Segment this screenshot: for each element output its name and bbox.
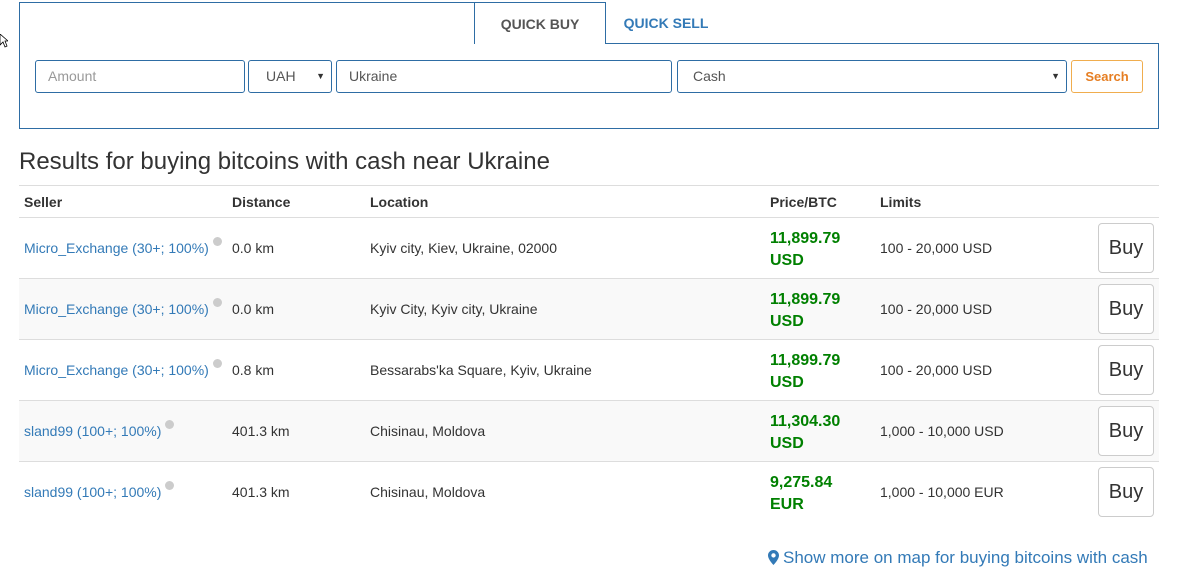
distance-cell: 0.8 km [232,362,275,378]
limits-cell: 100 - 20,000 USD [880,240,993,256]
price-cell: 11,899.79 USD [770,289,840,333]
header-seller: Seller [24,194,63,210]
distance-cell: 401.3 km [232,484,290,500]
show-on-map-label[interactable]: Show more on map for buying bitcoins wit… [783,548,1148,567]
search-button[interactable]: Search [1071,60,1143,93]
results-table: Seller Distance Location Price/BTC Limit… [19,185,1159,522]
location-cell: Bessarabs'ka Square, Kyiv, Ukraine [370,362,592,378]
distance-cell: 0.0 km [232,240,275,256]
distance-cell: 401.3 km [232,423,290,439]
chevron-down-icon: ▼ [316,71,325,81]
price-value: 11,899.79 [770,291,841,308]
price-value: 9,275.84 [770,474,833,491]
table-header: Seller Distance Location Price/BTC Limit… [19,185,1159,218]
limits-cell: 100 - 20,000 USD [880,362,993,378]
online-status-icon [212,359,222,368]
price-currency: USD [770,435,804,452]
tab-quick-sell[interactable]: QUICK SELL [606,2,726,44]
payment-method-select[interactable]: Cash ▼ [677,60,1067,93]
price-value: 11,899.79 [770,230,841,247]
table-row: Micro_Exchange (30+; 100%) 0.8 km Bessar… [19,340,1159,401]
price-cell: 9,275.84 EUR [770,472,832,516]
buy-button[interactable]: Buy [1098,406,1154,456]
location-cell: Kyiv City, Kyiv city, Ukraine [370,301,538,317]
price-currency: USD [770,313,804,330]
online-status-icon [212,237,222,246]
online-status-icon [165,481,175,490]
price-value: 11,304.30 [770,413,841,430]
seller-name[interactable]: Micro_Exchange (30+; 100%) [24,362,209,378]
table-row: sland99 (100+; 100%) 401.3 km Chisinau, … [19,401,1159,462]
limits-cell: 100 - 20,000 USD [880,301,993,317]
seller-name[interactable]: sland99 (100+; 100%) [24,423,161,439]
limits-cell: 1,000 - 10,000 USD [880,423,1004,439]
buy-button[interactable]: Buy [1098,284,1154,334]
seller-link[interactable]: sland99 (100+; 100%) [24,481,175,500]
map-marker-icon [768,550,779,565]
tab-quick-buy[interactable]: QUICK BUY [474,2,606,44]
table-row: Micro_Exchange (30+; 100%) 0.0 km Kyiv C… [19,279,1159,340]
seller-link[interactable]: sland99 (100+; 100%) [24,420,175,439]
currency-select-value: UAH [266,68,296,84]
location-cell: Chisinau, Moldova [370,423,486,439]
seller-name[interactable]: Micro_Exchange (30+; 100%) [24,240,209,256]
tab-bar: QUICK BUY QUICK SELL [19,2,1159,44]
location-cell: Kyiv city, Kiev, Ukraine, 02000 [370,240,558,256]
table-row: sland99 (100+; 100%) 401.3 km Chisinau, … [19,462,1159,522]
location-input[interactable]: Ukraine [336,60,672,93]
buy-button[interactable]: Buy [1098,223,1154,273]
distance-cell: 0.0 km [232,301,275,317]
mouse-cursor-icon [0,34,8,48]
location-cell: Chisinau, Moldova [370,484,486,500]
price-currency: EUR [770,496,804,513]
show-on-map-link[interactable]: Show more on map for buying bitcoins wit… [768,548,1148,568]
seller-link[interactable]: Micro_Exchange (30+; 100%) [24,237,222,256]
online-status-icon [212,298,222,307]
seller-name[interactable]: sland99 (100+; 100%) [24,484,161,500]
price-currency: USD [770,252,804,269]
header-limits: Limits [880,194,922,210]
price-cell: 11,899.79 USD [770,228,840,272]
buy-button[interactable]: Buy [1098,345,1154,395]
payment-method-value: Cash [693,68,726,84]
seller-link[interactable]: Micro_Exchange (30+; 100%) [24,359,222,378]
price-currency: USD [770,374,804,391]
price-value: 11,899.79 [770,352,841,369]
price-cell: 11,899.79 USD [770,350,840,394]
chevron-down-icon: ▼ [1051,71,1060,81]
price-cell: 11,304.30 USD [770,411,840,455]
seller-link[interactable]: Micro_Exchange (30+; 100%) [24,298,222,317]
limits-cell: 1,000 - 10,000 EUR [880,484,1004,500]
table-row: Micro_Exchange (30+; 100%) 0.0 km Kyiv c… [19,218,1159,279]
seller-name[interactable]: Micro_Exchange (30+; 100%) [24,301,209,317]
online-status-icon [165,420,175,429]
header-location: Location [370,194,429,210]
amount-input[interactable]: Amount [35,60,245,93]
header-price: Price/BTC [770,194,837,210]
results-title: Results for buying bitcoins with cash ne… [19,148,550,175]
currency-select[interactable]: UAH ▼ [248,60,332,93]
header-distance: Distance [232,194,291,210]
buy-button[interactable]: Buy [1098,467,1154,517]
